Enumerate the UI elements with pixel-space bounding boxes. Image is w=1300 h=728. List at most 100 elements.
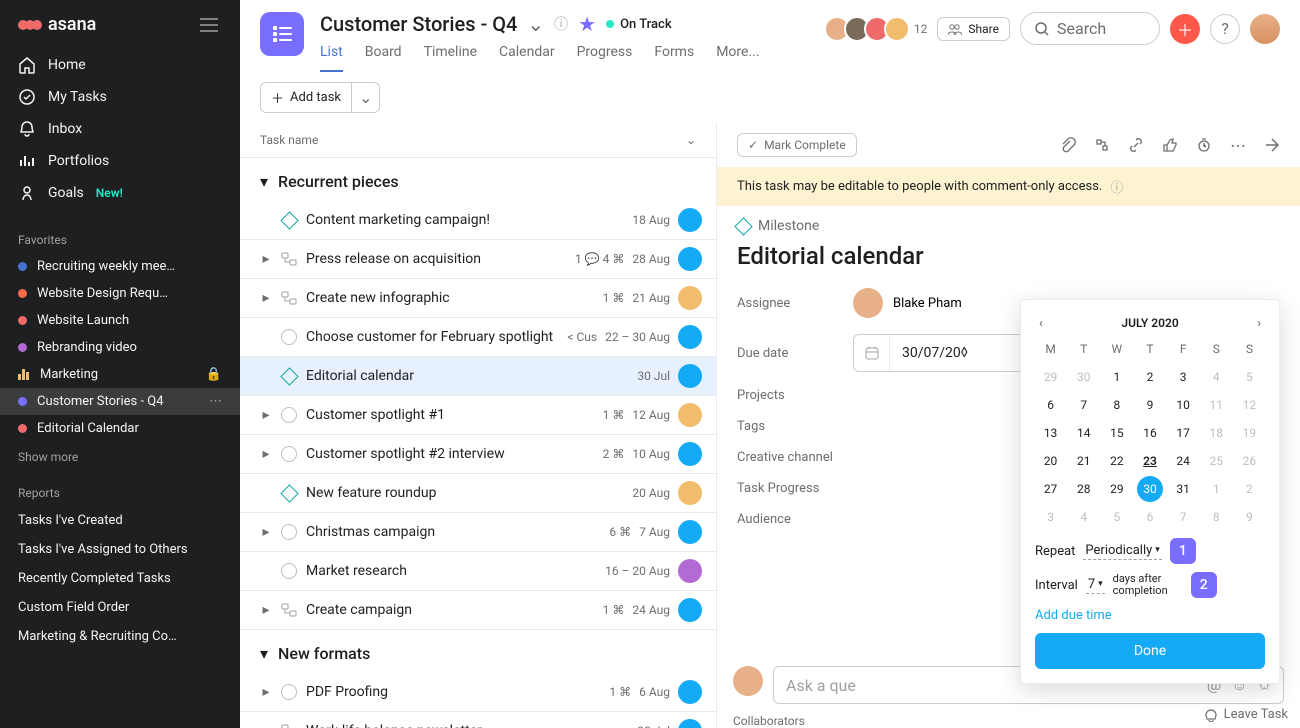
task-type-icon[interactable] [280, 523, 298, 541]
more-icon[interactable]: ⋯ [1230, 136, 1246, 155]
subtasks-icon[interactable] [1094, 137, 1110, 153]
task-row[interactable]: ▸Press release on acquisition1 💬 4 ⌘28 A… [240, 240, 716, 279]
share-button[interactable]: Share [937, 17, 1010, 41]
repeat-select[interactable]: Periodically ▾ [1083, 543, 1161, 560]
disclosure-icon[interactable]: ▸ [260, 446, 272, 462]
tab-forms[interactable]: Forms [654, 44, 694, 72]
calendar-day[interactable]: 6 [1137, 504, 1163, 530]
help-button[interactable]: ? [1210, 14, 1240, 44]
task-type-icon[interactable] [280, 562, 298, 580]
calendar-day[interactable]: 3 [1170, 364, 1196, 390]
favorite-item[interactable]: Editorial Calendar [0, 415, 240, 442]
task-row[interactable]: Work-life balance newsletter30 Jul [240, 712, 716, 728]
task-type-icon[interactable] [280, 406, 298, 424]
favorite-item[interactable]: Marketing🔒 [0, 361, 240, 388]
mark-complete-button[interactable]: ✓ Mark Complete [737, 133, 857, 157]
show-more[interactable]: Show more [0, 442, 240, 472]
assignee-avatar[interactable] [678, 481, 702, 505]
disclosure-icon[interactable]: ▸ [260, 290, 272, 306]
assignee-avatar[interactable] [678, 403, 702, 427]
task-row[interactable]: Choose customer for February spotlight< … [240, 318, 716, 357]
global-add-button[interactable]: ＋ [1170, 14, 1200, 44]
star-icon[interactable]: ★ [578, 12, 596, 36]
task-row[interactable]: ▸Christmas campaign6 ⌘7 Aug [240, 513, 716, 552]
nav-portfolios[interactable]: Portfolios [0, 145, 240, 177]
interval-select[interactable]: 7 ▾ [1086, 577, 1105, 594]
tab-list[interactable]: List [320, 44, 343, 72]
task-row[interactable]: ▸Create campaign1 ⌘24 Aug [240, 591, 716, 630]
task-type-icon[interactable] [280, 250, 298, 268]
calendar-day[interactable]: 26 [1236, 448, 1262, 474]
calendar-day[interactable]: 5 [1236, 364, 1262, 390]
add-task-dropdown[interactable]: ⌄ [352, 82, 380, 113]
calendar-day[interactable]: 8 [1104, 392, 1130, 418]
task-type-icon[interactable] [280, 211, 298, 229]
assignee-avatar[interactable] [678, 719, 702, 728]
calendar-day[interactable]: 29 [1038, 364, 1064, 390]
calendar-day[interactable]: 4 [1203, 364, 1229, 390]
chevron-down-icon[interactable]: ⌄ [527, 12, 544, 36]
leave-task-button[interactable]: Leave Task [1204, 707, 1288, 722]
status-pill[interactable]: On Track [606, 17, 672, 32]
add-task-button[interactable]: ＋ Add task [260, 82, 352, 113]
report-item[interactable]: Tasks I've Created [0, 506, 240, 535]
favorite-item[interactable]: Rebranding video [0, 334, 240, 361]
section-header[interactable]: ▾Recurrent pieces [240, 158, 716, 201]
calendar-day[interactable]: 25 [1203, 448, 1229, 474]
calendar-day[interactable]: 15 [1104, 420, 1130, 446]
calendar-day[interactable]: 9 [1137, 392, 1163, 418]
disclosure-icon[interactable]: ▸ [260, 251, 272, 267]
calendar-day[interactable]: 5 [1104, 504, 1130, 530]
assignee-avatar[interactable] [678, 680, 702, 704]
report-item[interactable]: Custom Field Order [0, 593, 240, 622]
task-type-icon[interactable] [280, 722, 298, 728]
calendar-day[interactable]: 21 [1071, 448, 1097, 474]
disclosure-icon[interactable]: ▸ [260, 407, 272, 423]
member-avatars[interactable]: 12 [824, 16, 928, 42]
disclosure-icon[interactable]: ▸ [260, 602, 272, 618]
tab-calendar[interactable]: Calendar [499, 44, 555, 72]
calendar-day[interactable]: 24 [1170, 448, 1196, 474]
assignee-avatar[interactable] [678, 520, 702, 544]
assignee-avatar[interactable] [678, 208, 702, 232]
task-type-icon[interactable] [280, 683, 298, 701]
banner-info-icon[interactable]: ⓘ [1110, 177, 1123, 196]
calendar-day[interactable]: 30 [1071, 364, 1097, 390]
timer-icon[interactable] [1196, 137, 1212, 153]
link-icon[interactable] [1128, 137, 1144, 153]
task-row[interactable]: Market research16 – 20 Aug [240, 552, 716, 591]
calendar-day[interactable]: 16 [1137, 420, 1163, 446]
disclosure-icon[interactable]: ▾ [260, 644, 268, 663]
calendar-day[interactable]: 18 [1203, 420, 1229, 446]
attach-icon[interactable] [1060, 137, 1076, 153]
calendar-day[interactable]: 23 [1137, 448, 1163, 474]
calendar-day[interactable]: 28 [1071, 476, 1097, 502]
calendar-day[interactable]: 9 [1236, 504, 1262, 530]
calendar-day[interactable]: 4 [1071, 504, 1097, 530]
calendar-day[interactable]: 6 [1038, 392, 1064, 418]
task-row[interactable]: ▸Customer spotlight #11 ⌘12 Aug [240, 396, 716, 435]
nav-goals[interactable]: GoalsNew! [0, 177, 240, 209]
calendar-day[interactable]: 8 [1203, 504, 1229, 530]
task-title[interactable]: Editorial calendar [737, 242, 1280, 270]
list-options-icon[interactable]: ⌄ [686, 133, 696, 147]
report-item[interactable]: Marketing & Recruiting Co… [0, 622, 240, 651]
calendar-day[interactable]: 19 [1236, 420, 1262, 446]
nav-home[interactable]: Home [0, 49, 240, 81]
calendar-day[interactable]: 20 [1038, 448, 1064, 474]
done-button[interactable]: Done [1035, 633, 1265, 669]
assignee-avatar[interactable] [678, 559, 702, 583]
calendar-day[interactable]: 30 [1137, 476, 1163, 502]
task-row[interactable]: ▸Create new infographic1 ⌘21 Aug [240, 279, 716, 318]
calendar-day[interactable]: 10 [1170, 392, 1196, 418]
calendar-day[interactable]: 22 [1104, 448, 1130, 474]
disclosure-icon[interactable]: ▸ [260, 684, 272, 700]
nav-my-tasks[interactable]: My Tasks [0, 81, 240, 113]
task-type-icon[interactable] [280, 601, 298, 619]
task-row[interactable]: Editorial calendar30 Jul [240, 357, 716, 396]
task-type-icon[interactable] [280, 289, 298, 307]
project-icon[interactable] [260, 12, 304, 56]
favorite-item[interactable]: Recruiting weekly mee… [0, 253, 240, 280]
calendar-day[interactable]: 1 [1203, 476, 1229, 502]
favorite-item[interactable]: Customer Stories - Q4⋯ [0, 388, 240, 415]
